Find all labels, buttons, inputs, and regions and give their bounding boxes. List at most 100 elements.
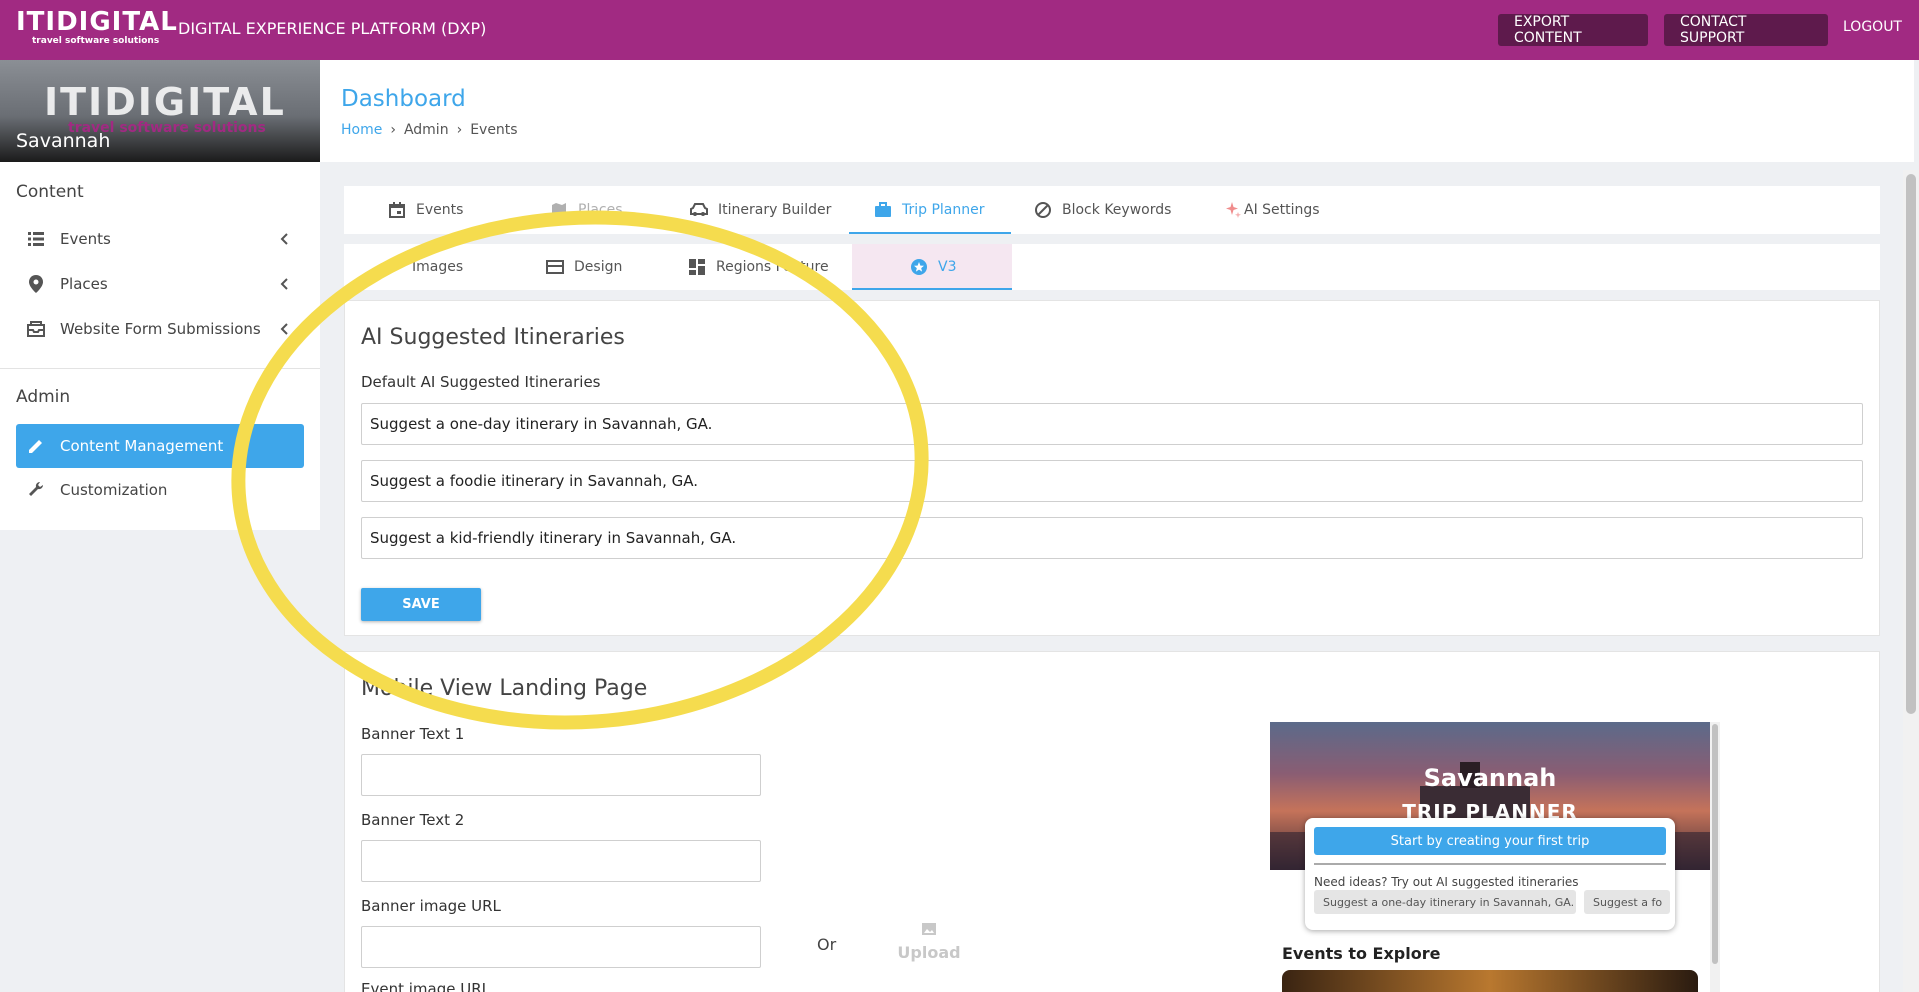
itinerary-input-2[interactable]: Suggest a foodie itinerary in Savannah, … [361,460,1863,502]
sidebar-item-customization[interactable]: Customization [0,470,320,510]
upload-label: Upload [897,943,961,962]
card-icon [546,258,564,276]
secondary-tabs: Images Design Regions Feature V3 [344,244,1880,290]
preview-event-image [1282,970,1698,992]
image-icon [922,920,936,939]
logo-text: ITIDIGITAL [16,7,178,37]
save-button[interactable]: SAVE [361,588,481,621]
tab-label: Places [578,202,623,218]
main-scroll-thumb[interactable] [1906,174,1916,714]
tab-label: AI Settings [1244,202,1320,218]
car-icon [690,201,708,219]
top-bar: ITIDIGITAL travel software solutions DIG… [0,0,1919,60]
banner-image-url-input[interactable] [361,926,761,968]
block-icon [1034,201,1052,219]
page-header: Dashboard Home › Admin › Events [320,60,1914,162]
preview-start-box: Start by creating your first trip Need i… [1305,818,1675,930]
upload-button[interactable]: Upload [897,920,961,962]
banner-text-1-input[interactable] [361,754,761,796]
breadcrumb-home[interactable]: Home [341,122,382,138]
tab-label: Events [416,202,464,218]
app-title: DIGITAL EXPERIENCE PLATFORM (DXP) [178,19,487,38]
inbox-icon [26,319,46,339]
logout-button[interactable]: LOGOUT [1843,19,1902,35]
briefcase-icon [874,201,892,219]
banner-image-url-label: Banner image URL [361,897,501,915]
itinerary-input-3[interactable]: Suggest a kid-friendly itinerary in Sava… [361,517,1863,559]
ai-itineraries-card: AI Suggested Itineraries Default AI Sugg… [344,300,1880,636]
active-tab-indicator [849,232,1011,234]
tab-label: V3 [938,259,957,275]
breadcrumb-separator: › [456,122,463,138]
preview-chip[interactable]: Suggest a one-day itinerary in Savannah,… [1314,890,1576,914]
preview-events-heading: Events to Explore [1282,944,1441,963]
sidebar-item-content-management[interactable]: Content Management [16,424,304,468]
breadcrumb-separator: › [390,122,396,138]
tab-block-keywords[interactable]: Block Keywords [1034,186,1171,234]
sidebar-section-content: Content [16,182,84,202]
chevron-left-icon[interactable] [278,229,292,249]
itinerary-input-1[interactable]: Suggest a one-day itinerary in Savannah,… [361,403,1863,445]
tab-regions-feature[interactable]: Regions Feature [688,244,829,290]
sidebar-header: ITIDIGITAL travel software solutions Sav… [0,60,320,162]
wrench-icon [384,258,402,276]
preview-scrollbar[interactable] [1710,722,1720,992]
preview-scroll-thumb[interactable] [1712,724,1718,964]
tab-label: Block Keywords [1062,202,1172,218]
location-pin-icon [26,274,46,294]
logo-subtitle: travel software solutions [32,36,160,46]
sidebar-item-label: Places [60,275,108,293]
event-image-url-label: Event image URL [361,980,490,992]
export-content-button[interactable]: EXPORT CONTENT [1498,14,1648,46]
tab-places[interactable]: Places [550,186,623,234]
dashboard-icon [688,258,706,276]
breadcrumb-events: Events [470,122,518,138]
wrench-icon [26,480,46,500]
main-scrollbar[interactable] [1903,170,1919,992]
ai-itineraries-title: AI Suggested Itineraries [361,325,625,350]
tab-label: Regions Feature [716,259,829,275]
tab-itinerary-builder[interactable]: Itinerary Builder [690,186,831,234]
tab-label: Images [412,259,464,275]
brand-logo[interactable]: ITIDIGITAL travel software solutions [16,7,178,48]
sidebar-item-places[interactable]: Places [0,264,320,304]
pencil-icon [26,436,46,456]
tab-v3[interactable]: V3 [910,244,956,290]
sidebar-divider [0,368,320,369]
preview-start-button[interactable]: Start by creating your first trip [1314,827,1666,855]
sidebar-item-label: Customization [60,481,168,499]
contact-support-button[interactable]: CONTACT SUPPORT [1664,14,1828,46]
tab-label: Itinerary Builder [718,202,832,218]
mobile-preview: Savannah TRIP PLANNER Start by creating … [1270,722,1720,992]
list-icon [26,229,46,249]
sidebar-item-label: Website Form Submissions [60,320,261,338]
sparkle-icon [1224,201,1242,219]
tab-trip-planner[interactable]: Trip Planner [874,186,985,234]
default-itineraries-label: Default AI Suggested Itineraries [361,373,601,391]
sidebar-city: Savannah [16,130,111,152]
preview-chip[interactable]: Suggest a fo [1584,890,1670,914]
chevron-left-icon[interactable] [278,274,292,294]
preview-divider [1314,863,1666,865]
chevron-left-icon[interactable] [278,319,292,339]
banner-text-2-label: Banner Text 2 [361,811,465,829]
sidebar-item-events[interactable]: Events [0,219,320,259]
tab-images[interactable]: Images [384,244,463,290]
tab-events[interactable]: Events [388,186,463,234]
sidebar-section-admin: Admin [16,387,71,407]
preview-city: Savannah [1423,764,1557,792]
sidebar-item-website-form-submissions[interactable]: Website Form Submissions [0,309,320,349]
sidebar-item-label: Events [60,230,111,248]
preview-ideas-text: Need ideas? Try out AI suggested itinera… [1314,875,1579,889]
breadcrumb-admin[interactable]: Admin [404,122,449,138]
calendar-icon [388,201,406,219]
or-label: Or [817,935,837,954]
banner-text-2-input[interactable] [361,840,761,882]
primary-tabs: Events Places Itinerary Builder Trip Pla… [344,186,1880,234]
sidebar-item-label: Content Management [60,437,224,455]
map-icon [550,201,568,219]
tab-design[interactable]: Design [546,244,622,290]
mobile-landing-title: Mobile View Landing Page [361,676,648,701]
tab-ai-settings[interactable]: AI Settings [1224,186,1320,234]
tab-label: Trip Planner [902,202,985,218]
